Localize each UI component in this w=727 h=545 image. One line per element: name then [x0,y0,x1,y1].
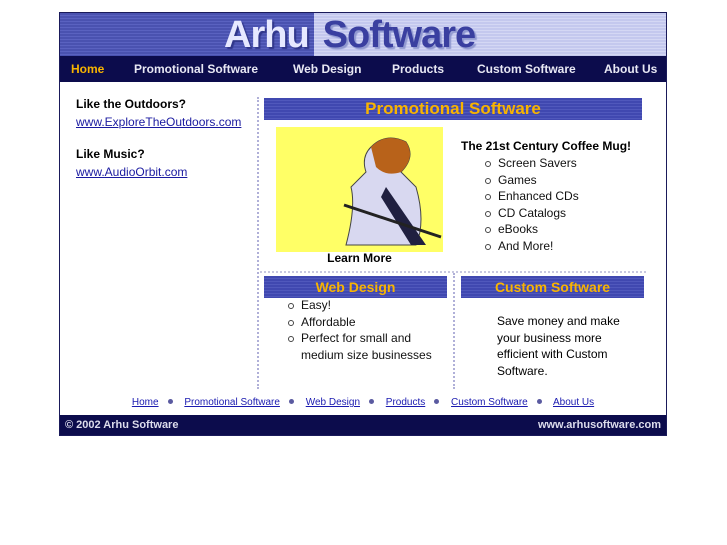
list-item: Easy! [283,297,443,314]
promo-header: Promotional Software [264,98,642,120]
sidebar-link-music[interactable]: www.AudioOrbit.com [76,165,241,179]
logo[interactable]: Arhu Software [224,13,476,56]
list-item: And More! [480,238,579,255]
list-item: CD Catalogs [480,205,579,222]
promo-list: Screen Savers Games Enhanced CDs CD Cata… [480,155,579,254]
learn-more-link[interactable]: Learn More [276,251,443,265]
copyright: © 2002 Arhu Software [65,419,179,431]
promo-image-lion[interactable] [276,127,443,252]
nav-about-us[interactable]: About Us [604,62,657,76]
footer-link-custom-software[interactable]: Custom Software [451,397,528,408]
sidebar-link-outdoors[interactable]: www.ExploreTheOutdoors.com [76,115,241,129]
nav-web-design[interactable]: Web Design [293,62,361,76]
custom-software-header: Custom Software [461,276,644,298]
web-design-header: Web Design [264,276,447,298]
custom-software-text: Save money and make your business more e… [497,314,620,378]
list-item: Games [480,172,579,189]
footer-link-promotional-software[interactable]: Promotional Software [184,397,280,408]
footer-bar: © 2002 Arhu Software www.arhusoftware.co… [60,415,666,435]
nav-products[interactable]: Products [392,62,444,76]
list-item: Enhanced CDs [480,188,579,205]
sidebar: Like the Outdoors? www.ExploreTheOutdoor… [76,97,241,197]
footer-link-about-us[interactable]: About Us [553,397,594,408]
footer-links: Home Promotional Software Web Design Pro… [60,397,666,408]
list-item: eBooks [480,221,579,238]
page-container: Arhu Software Home Promotional Software W… [59,12,667,436]
divider [257,97,259,389]
web-design-list: Easy! Affordable Perfect for small and m… [283,297,443,363]
site-url: www.arhusoftware.com [537,419,661,431]
footer-link-products[interactable]: Products [386,397,425,408]
list-item: Perfect for small and medium size busine… [283,330,443,363]
banner: Arhu Software [60,13,666,56]
sidebar-heading: Like Music? [76,147,145,161]
main-nav: Home Promotional Software Web Design Pro… [60,56,666,82]
divider [453,273,455,389]
nav-home[interactable]: Home [71,62,104,76]
list-item: Screen Savers [480,155,579,172]
footer-link-home[interactable]: Home [132,397,159,408]
nav-custom-software[interactable]: Custom Software [477,62,576,76]
list-item: Affordable [283,314,443,331]
nav-promotional-software[interactable]: Promotional Software [134,62,258,76]
footer-link-web-design[interactable]: Web Design [306,397,360,408]
promo-headline: The 21st Century Coffee Mug! [461,139,632,153]
sidebar-heading: Like the Outdoors? [76,97,187,111]
